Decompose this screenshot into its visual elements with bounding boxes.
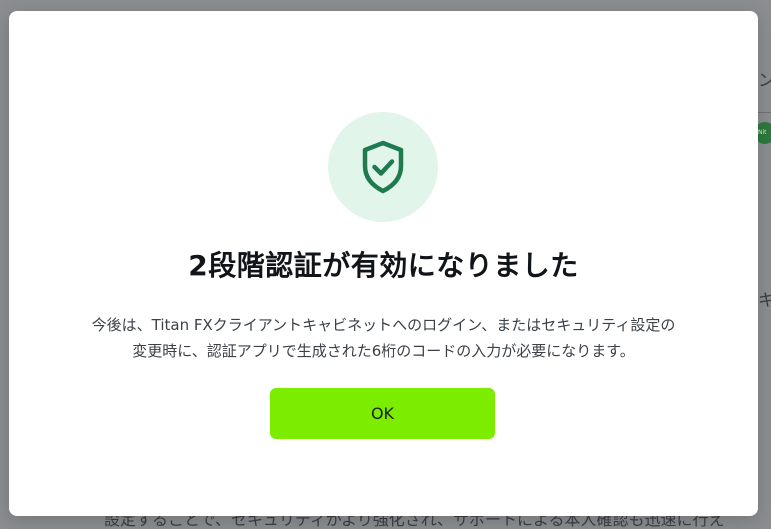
background-fragment-text: キ bbox=[758, 291, 771, 311]
dialog-description-line: 今後は、Titan FXクライアントキャビネットへのログイン、またはセキュリティ… bbox=[91, 316, 676, 334]
background-divider bbox=[757, 112, 771, 113]
ok-button[interactable]: OK bbox=[270, 388, 495, 439]
dialog-title: 2段階認証が有効になりました bbox=[188, 249, 579, 282]
dialog-description-line: 変更時に、認証アプリで生成された6桁のコードの入力が必要になります。 bbox=[132, 342, 635, 360]
background-fragment-text: ント bbox=[758, 71, 771, 91]
shield-check-icon bbox=[328, 112, 438, 222]
dialog-description: 今後は、Titan FXクライアントキャビネットへのログイン、またはセキュリティ… bbox=[39, 312, 728, 364]
two-factor-enabled-dialog: 2段階認証が有効になりました 今後は、Titan FXクライアントキャビネットへ… bbox=[9, 11, 758, 516]
